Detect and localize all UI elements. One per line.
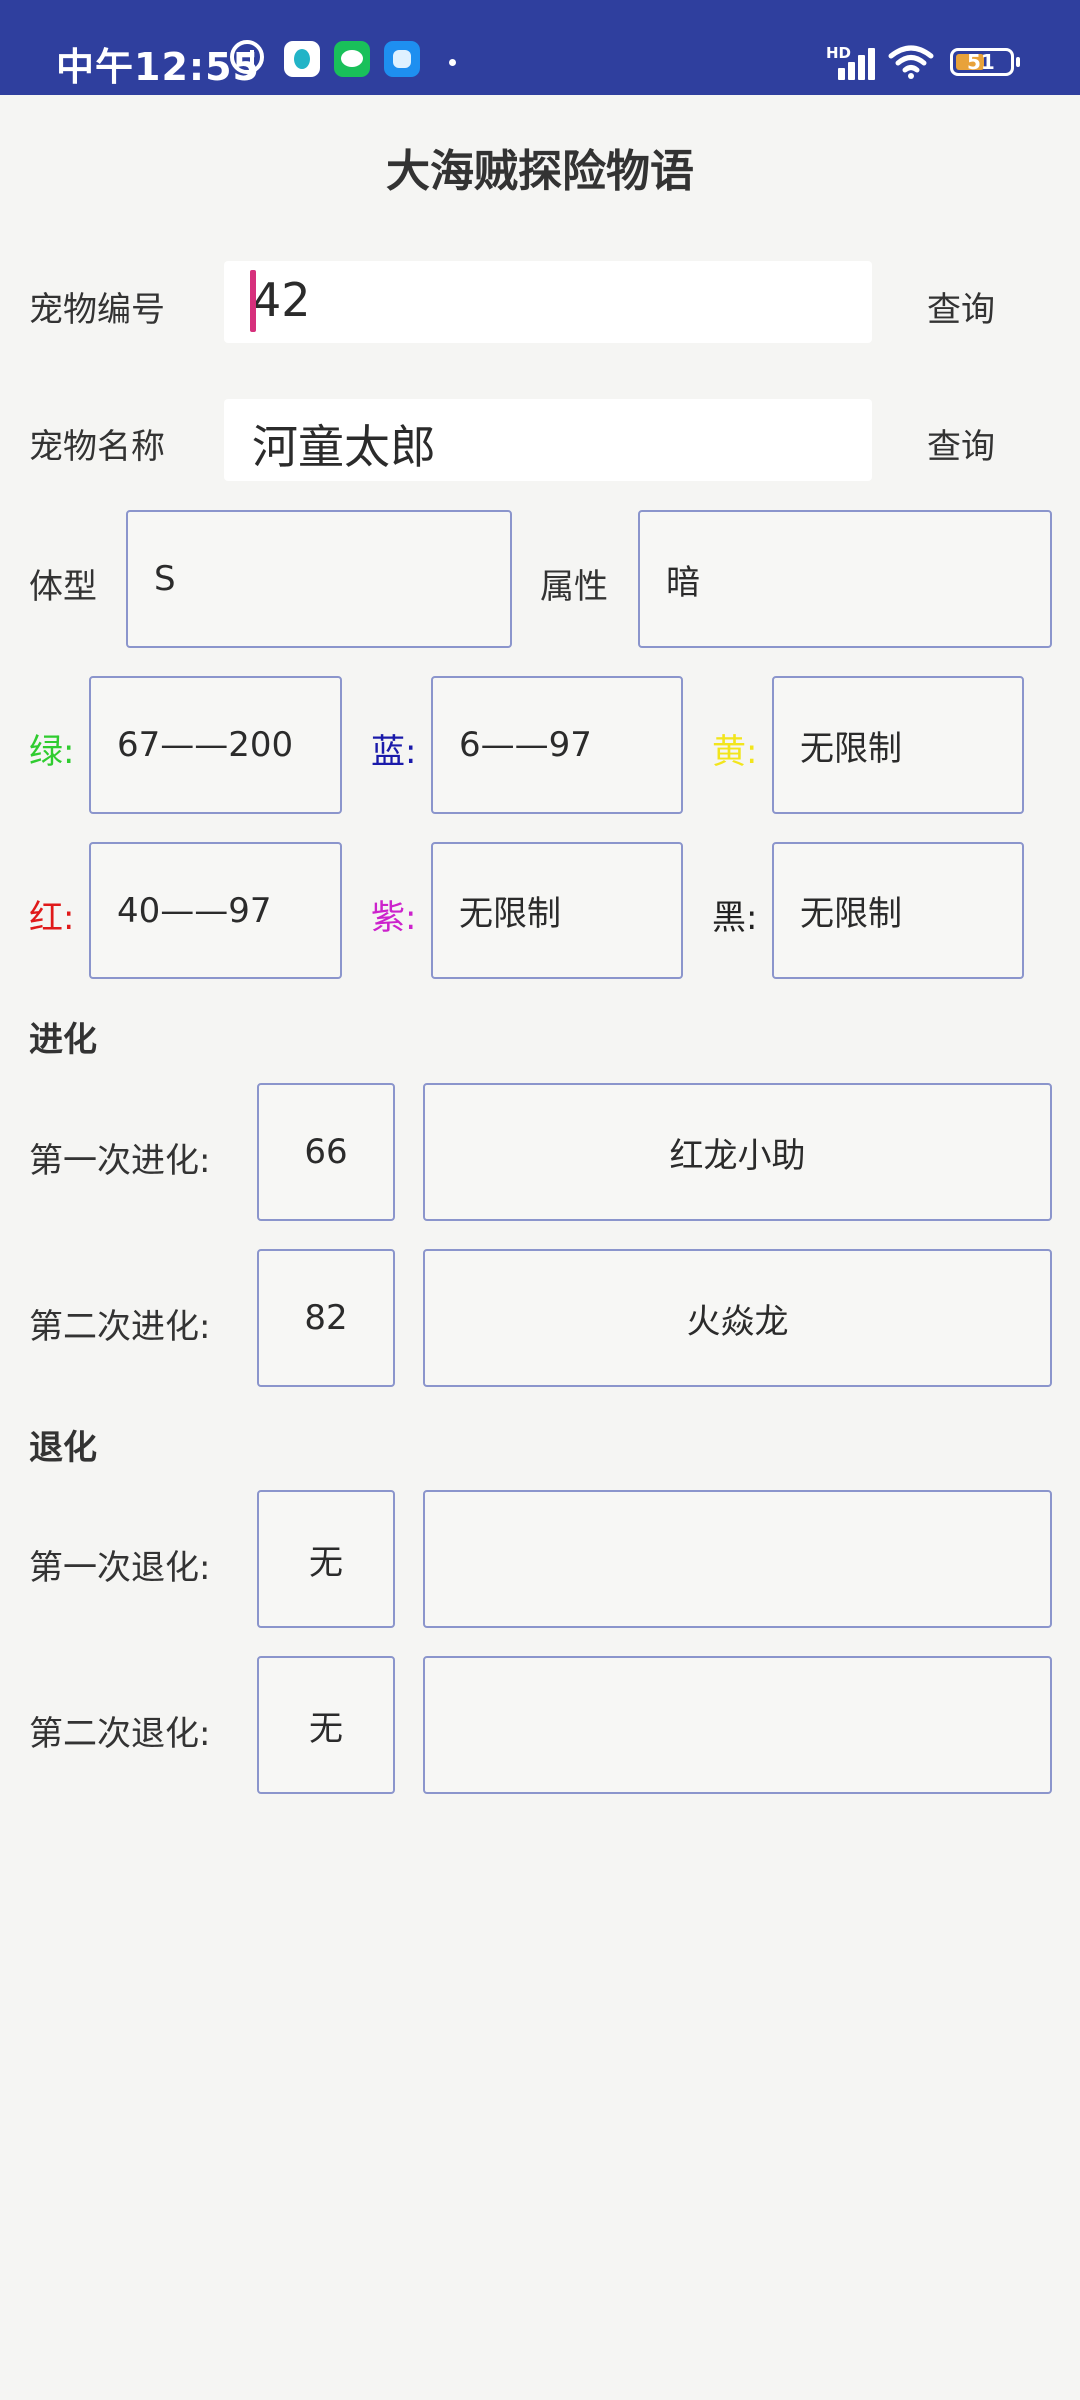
- devolution-2-level: 无: [309, 1708, 343, 1749]
- wifi-icon: [888, 45, 934, 79]
- green-range-value: 67——200: [117, 725, 294, 765]
- evolution-section-title: 进化: [29, 1020, 97, 1060]
- size-value: S: [154, 559, 176, 599]
- alarm-icon: [230, 40, 264, 74]
- attribute-field: 暗: [638, 510, 1052, 648]
- pet-name-value: 河童太郎: [252, 420, 436, 474]
- devolution-1-name-field: [423, 1490, 1052, 1628]
- black-range-field: 无限制: [772, 842, 1024, 979]
- devolution-2-level-field: 无: [257, 1656, 395, 1794]
- evolution-1-name: 红龙小助: [669, 1135, 806, 1176]
- battery-level: 51: [967, 50, 995, 74]
- pet-id-label: 宠物编号: [29, 290, 165, 330]
- evolution-2-label: 第二次进化:: [29, 1307, 211, 1347]
- text-cursor: [250, 270, 256, 332]
- yellow-range-value: 无限制: [800, 728, 902, 769]
- notification-app-icon: [284, 41, 320, 77]
- attribute-label: 属性: [540, 567, 608, 607]
- evolution-1-level-field: 66: [257, 1083, 395, 1221]
- evolution-2-level: 82: [304, 1298, 348, 1338]
- devolution-2-name: [425, 1658, 1050, 1792]
- evolution-1-name-field: 红龙小助: [423, 1083, 1052, 1221]
- red-range-value: 40——97: [117, 890, 272, 931]
- devolution-1-level: 无: [309, 1542, 343, 1583]
- query-by-name-button[interactable]: 查询: [927, 419, 995, 468]
- green-label: 绿:: [29, 732, 75, 772]
- purple-label: 紫:: [371, 898, 417, 938]
- devolution-1-name: [425, 1492, 1050, 1626]
- devolution-1-level-field: 无: [257, 1490, 395, 1628]
- devolution-section-title: 退化: [29, 1428, 97, 1468]
- more-notifications-dot: [449, 59, 456, 66]
- attribute-value: 暗: [666, 562, 700, 603]
- red-range-field: 40——97: [89, 842, 342, 979]
- yellow-range-field: 无限制: [772, 676, 1024, 814]
- evolution-1-label: 第一次进化:: [29, 1141, 211, 1181]
- devolution-1-label: 第一次退化:: [29, 1548, 211, 1588]
- green-range-field: 67——200: [89, 676, 342, 814]
- yellow-label: 黄:: [712, 732, 758, 772]
- pet-id-value: 42: [252, 273, 311, 327]
- purple-range-field: 无限制: [431, 842, 683, 979]
- devolution-2-label: 第二次退化:: [29, 1714, 211, 1754]
- evolution-2-level-field: 82: [257, 1249, 395, 1387]
- purple-range-value: 无限制: [459, 894, 561, 934]
- wechat-icon: [334, 41, 370, 77]
- blue-range-value: 6——97: [459, 725, 592, 765]
- evolution-2-name: 火焱龙: [686, 1301, 789, 1342]
- blue-range-field: 6——97: [431, 676, 683, 814]
- status-time: 中午12:55: [56, 45, 260, 89]
- devolution-2-name-field: [423, 1656, 1052, 1794]
- status-bar: 中午12:55 HD 51: [0, 0, 1080, 95]
- pet-name-label: 宠物名称: [29, 427, 165, 467]
- query-by-id-button[interactable]: 查询: [927, 282, 995, 331]
- evolution-2-name-field: 火焱龙: [423, 1249, 1052, 1387]
- battery-icon: 51: [950, 48, 1020, 76]
- size-label: 体型: [29, 567, 97, 607]
- signal-icon: [828, 46, 878, 80]
- pet-name-input[interactable]: 河童太郎: [224, 399, 872, 481]
- notification-app-icon-2: [384, 41, 420, 77]
- black-range-value: 无限制: [800, 894, 902, 934]
- page-title: 大海贼探险物语: [386, 146, 694, 197]
- pet-id-input[interactable]: 42: [224, 261, 872, 343]
- size-field: S: [126, 510, 512, 648]
- red-label: 红:: [29, 898, 75, 938]
- blue-label: 蓝:: [371, 732, 417, 772]
- black-label: 黑:: [712, 898, 758, 938]
- evolution-1-level: 66: [304, 1132, 348, 1172]
